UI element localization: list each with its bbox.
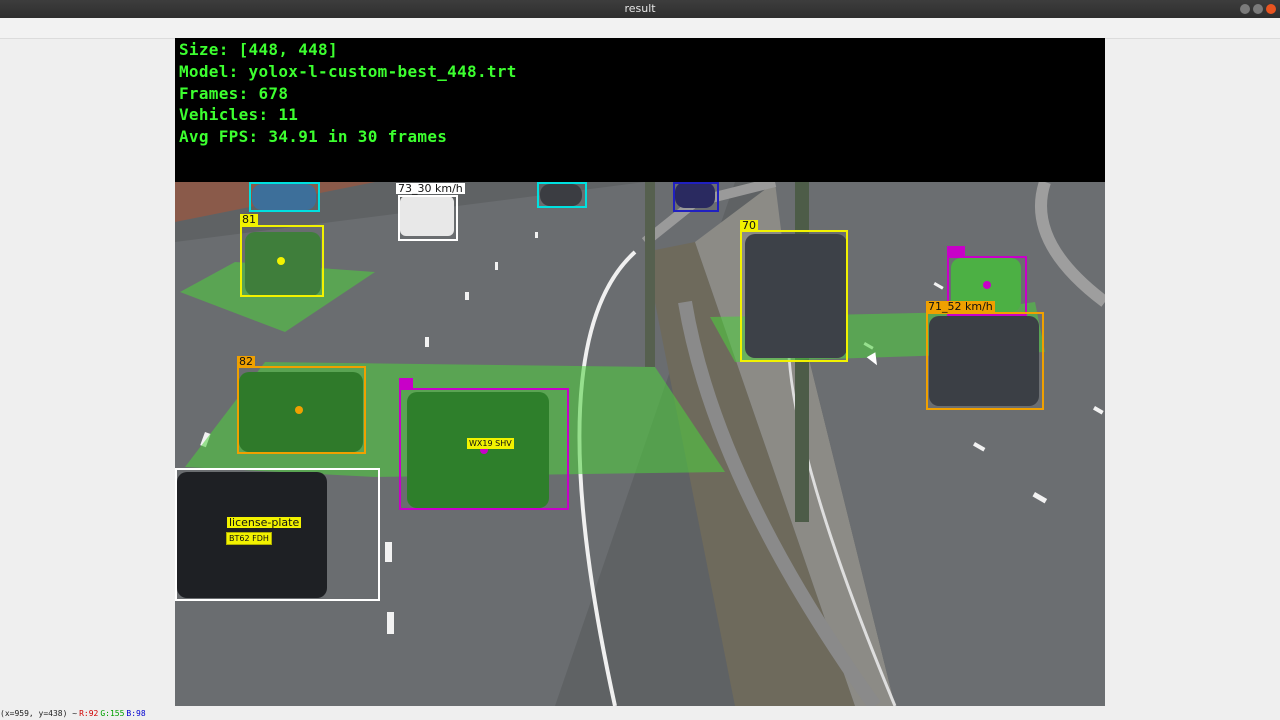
label-82: 82: [237, 355, 255, 368]
overlay-model: Model: yolox-l-custom-best_448.trt: [179, 62, 517, 81]
toolbar-strip: [0, 18, 1280, 39]
plate-center-text: WX19 SHV: [467, 438, 514, 449]
bbox-71: [926, 312, 1044, 410]
label-speed2: 71_52 km/h: [926, 300, 995, 313]
status-b: B:98: [126, 709, 146, 718]
centroid-82: [295, 406, 303, 414]
bbox-far-3: [537, 182, 587, 208]
label-72: [947, 246, 965, 257]
window-titlebar: result: [0, 0, 1280, 18]
video-frame[interactable]: Size: [448, 448] Model: yolox-l-custom-b…: [175, 38, 1105, 706]
status-coords: (x=959, y=438) ~: [0, 709, 78, 718]
road-scene: 73_30 km/h 81 82 70 WX19 SHV 71_52 km/h …: [175, 182, 1105, 706]
bbox-70: [740, 230, 848, 362]
overlay-fps: Avg FPS: 34.91 in 30 frames: [179, 127, 448, 146]
bbox-plate-car: [175, 468, 380, 601]
minimize-icon[interactable]: [1240, 4, 1250, 14]
label-81: 81: [240, 213, 258, 226]
bbox-far-4: [673, 182, 719, 212]
status-g: G:155: [100, 709, 125, 718]
centroid-81: [277, 257, 285, 265]
overlay-frames: Frames: 678: [179, 84, 289, 103]
status-bar: (x=959, y=438) ~ R:92 G:155 B:98: [0, 708, 1280, 720]
centroid-72: [983, 281, 991, 289]
overlay-vehicles: Vehicles: 11: [179, 105, 299, 124]
maximize-icon[interactable]: [1253, 4, 1263, 14]
bbox-speed1: [398, 195, 458, 241]
label-center: [399, 378, 413, 389]
close-icon[interactable]: [1266, 4, 1276, 14]
bbox-far-1: [249, 182, 320, 212]
plate-text: BT62 FDH: [226, 532, 272, 545]
overlay-size: Size: [448, 448]: [179, 40, 338, 59]
window-title: result: [624, 2, 656, 15]
label-speed1: 73_30 km/h: [396, 182, 465, 195]
label-70: 70: [740, 219, 758, 232]
status-r: R:92: [79, 709, 99, 718]
label-license-plate: license-plate: [227, 516, 302, 529]
